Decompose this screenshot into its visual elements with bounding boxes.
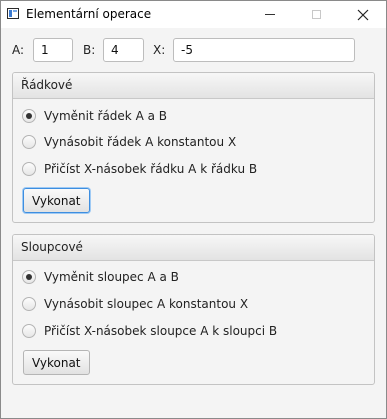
row-option-multiply-label: Vynásobit řádek A konstantou X [44,135,237,149]
maximize-button[interactable] [293,1,339,28]
window-title: Elementární operace [26,7,152,21]
radio-button-selected[interactable] [22,109,36,123]
column-option-multiply-label: Vynásobit sloupec A konstantou X [44,297,249,311]
row-option-multiply[interactable]: Vynásobit řádek A konstantou X [22,132,236,152]
x-label: X: [153,43,166,57]
b-label: B: [83,43,96,57]
radio-button[interactable] [22,324,36,338]
row-option-add-multiple[interactable]: Přičíst X-násobek řádku A k řádku B [22,159,257,179]
column-option-add-multiple-label: Přičíst X-násobek sloupce A k sloupci B [44,324,278,338]
column-execute-button[interactable]: Vykonat [23,350,90,375]
x-field[interactable] [173,38,355,62]
column-operations-panel: Sloupcové Vyměnit sloupec A a B Vynásobi… [12,234,375,385]
row-option-swap-label: Vyměnit řádek A a B [44,109,167,123]
row-panel-title: Řádkové [13,73,374,99]
column-option-swap[interactable]: Vyměnit sloupec A a B [22,267,179,287]
a-label: A: [12,43,25,57]
app-window-icon [7,8,19,19]
a-field[interactable] [33,38,73,62]
operands-row: A: B: X: [1,38,386,64]
row-execute-button[interactable]: Vykonat [23,188,90,213]
row-option-swap[interactable]: Vyměnit řádek A a B [22,106,167,126]
title-bar[interactable]: Elementární operace [1,1,386,28]
app-window: Elementární operace A: B: X: Řádkové Vym… [0,0,387,419]
close-button[interactable] [340,1,386,28]
maximize-icon [311,10,321,19]
column-panel-title: Sloupcové [13,235,374,261]
column-option-swap-label: Vyměnit sloupec A a B [44,270,179,284]
minimize-icon [265,14,275,15]
radio-button[interactable] [22,297,36,311]
b-field[interactable] [103,38,144,62]
radio-button[interactable] [22,135,36,149]
radio-button-selected[interactable] [22,270,36,284]
row-operations-panel: Řádkové Vyměnit řádek A a B Vynásobit řá… [12,72,375,223]
radio-button[interactable] [22,162,36,176]
row-option-add-multiple-label: Přičíst X-násobek řádku A k řádku B [44,162,258,176]
column-option-multiply[interactable]: Vynásobit sloupec A konstantou X [22,294,248,314]
minimize-button[interactable] [247,1,293,28]
close-icon [357,9,369,20]
column-option-add-multiple[interactable]: Přičíst X-násobek sloupce A k sloupci B [22,321,277,341]
